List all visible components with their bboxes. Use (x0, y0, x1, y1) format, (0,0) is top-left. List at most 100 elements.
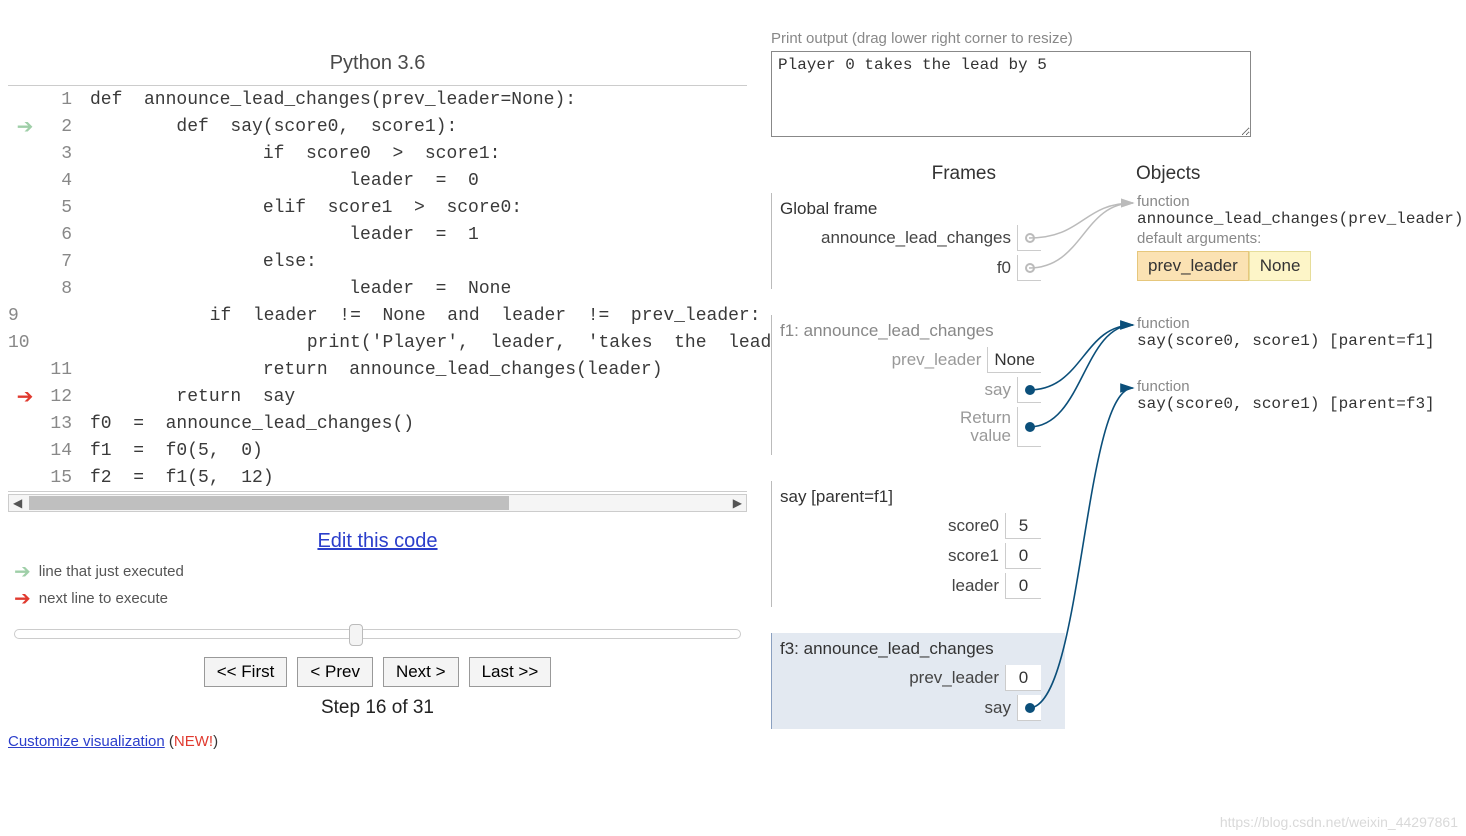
slider-thumb[interactable] (349, 624, 363, 646)
code-text: return say (90, 387, 295, 407)
f1-prev-leader: prev_leader (892, 350, 988, 370)
last-button[interactable]: Last >> (469, 657, 552, 687)
scrollbar-thumb[interactable] (29, 496, 509, 510)
code-text: print('Player', leader, 'takes the lead (48, 333, 772, 353)
prev-button[interactable]: < Prev (297, 657, 373, 687)
output-label: Print output (drag lower right corner to… (771, 30, 1463, 47)
frame-f1: f1: announce_lead_changes prev_leader No… (771, 315, 1041, 455)
code-line: 7 else: (8, 248, 747, 275)
line-number: 15 (42, 468, 72, 488)
object-signature: announce_lead_changes(prev_leader) (1137, 210, 1463, 228)
code-text: f2 = f1(5, 12) (90, 468, 274, 488)
code-text: def say(score0, score1): (90, 117, 457, 137)
frame-f1-title: f1: announce_lead_changes (780, 321, 1041, 341)
object-label: function (1137, 315, 1463, 332)
objects-header: Objects (1036, 163, 1200, 185)
code-text: f0 = announce_lead_changes() (90, 414, 414, 434)
say-score1: score1 (948, 546, 1005, 566)
f3-say-val (1017, 695, 1041, 721)
line-number: 12 (42, 387, 72, 407)
step-slider[interactable] (14, 629, 741, 639)
f1-say: say (985, 380, 1017, 400)
next-button[interactable]: Next > (383, 657, 459, 687)
line-number: 5 (42, 198, 72, 218)
code-text: f1 = f0(5, 0) (90, 441, 263, 461)
legend-executed: ➔ line that just executed (14, 559, 747, 584)
line-number: 11 (42, 360, 72, 380)
customize-link[interactable]: Customize visualization (8, 733, 165, 750)
code-line: ➔2 def say(score0, score1): (8, 113, 747, 140)
f3-prev-leader: prev_leader (909, 668, 1005, 688)
line-number: 2 (42, 117, 72, 137)
frame-say: say [parent=f1] score0 5 score1 0 leader… (771, 481, 1041, 607)
code-line: 4 leader = 0 (8, 167, 747, 194)
line-number: 6 (42, 225, 72, 245)
line-number: 13 (42, 414, 72, 434)
f3-say: say (985, 698, 1017, 718)
code-line: ➔12 return say (8, 383, 747, 410)
arrow-executed-icon: ➔ (14, 559, 31, 584)
code-line: 10 print('Player', leader, 'takes the le… (8, 329, 747, 356)
frame-global: Global frame announce_lead_changes f0 (771, 193, 1041, 289)
step-indicator: Step 16 of 31 (8, 697, 747, 719)
code-block: 1 def announce_lead_changes(prev_leader=N… (8, 85, 747, 492)
line-number: 8 (42, 279, 72, 299)
watermark: https://blog.csdn.net/weixin_44297861 (1220, 814, 1458, 830)
line-number: 7 (42, 252, 72, 272)
code-text: return announce_lead_changes(leader) (90, 360, 663, 380)
f1-return-val (1017, 407, 1041, 447)
frame-f3: f3: announce_lead_changes prev_leader 0 … (771, 633, 1065, 729)
say-leader: leader (952, 576, 1005, 596)
object-signature: say(score0, score1) [parent=f1] (1137, 332, 1463, 350)
defarg-label: default arguments: (1137, 230, 1463, 247)
code-text: leader = 1 (90, 225, 479, 245)
object-say-f1: function say(score0, score1) [parent=f1] (1137, 315, 1463, 350)
new-badge: NEW! (174, 733, 213, 750)
frames-header: Frames (771, 163, 1036, 185)
frame-say-title: say [parent=f1] (780, 487, 1041, 507)
frame-f3-title: f3: announce_lead_changes (780, 639, 1041, 659)
f3-prev-leader-val: 0 (1005, 665, 1041, 691)
code-text: def announce_lead_changes(prev_leader=No… (90, 90, 576, 110)
f1-say-val (1017, 377, 1041, 403)
code-text: if score0 > score1: (90, 144, 500, 164)
legend-executed-label: line that just executed (39, 563, 184, 580)
first-button[interactable]: << First (204, 657, 288, 687)
frame-global-title: Global frame (780, 199, 1041, 219)
var-announce-lead-changes-val (1017, 225, 1041, 251)
defarg-val: None (1249, 251, 1312, 281)
say-score0: score0 (948, 516, 1005, 536)
code-text: leader = None (90, 279, 511, 299)
code-line: 11 return announce_lead_changes(leader) (8, 356, 747, 383)
print-output[interactable]: Player 0 takes the lead by 5 (771, 51, 1251, 137)
line-marker: ➔ (8, 384, 42, 410)
line-number: 1 (42, 90, 72, 110)
code-line: 6 leader = 1 (8, 221, 747, 248)
object-label: function (1137, 378, 1463, 395)
code-line: 1 def announce_lead_changes(prev_leader=N… (8, 86, 747, 113)
object-signature: say(score0, score1) [parent=f3] (1137, 395, 1463, 413)
code-text: else: (90, 252, 317, 272)
say-score1-val: 0 (1005, 543, 1041, 569)
line-marker: ➔ (8, 114, 42, 140)
customize-row: Customize visualization (NEW!) (8, 733, 747, 750)
object-label: function (1137, 193, 1463, 210)
f1-return: Return value (960, 409, 1017, 445)
code-line: 13 f0 = announce_lead_changes() (8, 410, 747, 437)
code-line: 9 if leader != None and leader != prev_l… (8, 302, 747, 329)
line-number: 10 (8, 333, 30, 353)
code-line: 8 leader = None (8, 275, 747, 302)
horizontal-scrollbar[interactable] (8, 494, 747, 512)
line-number: 14 (42, 441, 72, 461)
edit-code-link[interactable]: Edit this code (8, 530, 747, 553)
code-text: elif score1 > score0: (90, 198, 522, 218)
arrow-next-icon: ➔ (14, 586, 31, 611)
legend-next-label: next line to execute (39, 590, 168, 607)
object-say-f3: function say(score0, score1) [parent=f3] (1137, 378, 1463, 413)
defarg-key: prev_leader (1137, 251, 1249, 281)
code-line: 5 elif score1 > score0: (8, 194, 747, 221)
say-score0-val: 5 (1005, 513, 1041, 539)
line-number: 9 (8, 306, 19, 326)
line-number: 4 (42, 171, 72, 191)
object-announce-lead-changes: function announce_lead_changes(prev_lead… (1137, 193, 1463, 281)
